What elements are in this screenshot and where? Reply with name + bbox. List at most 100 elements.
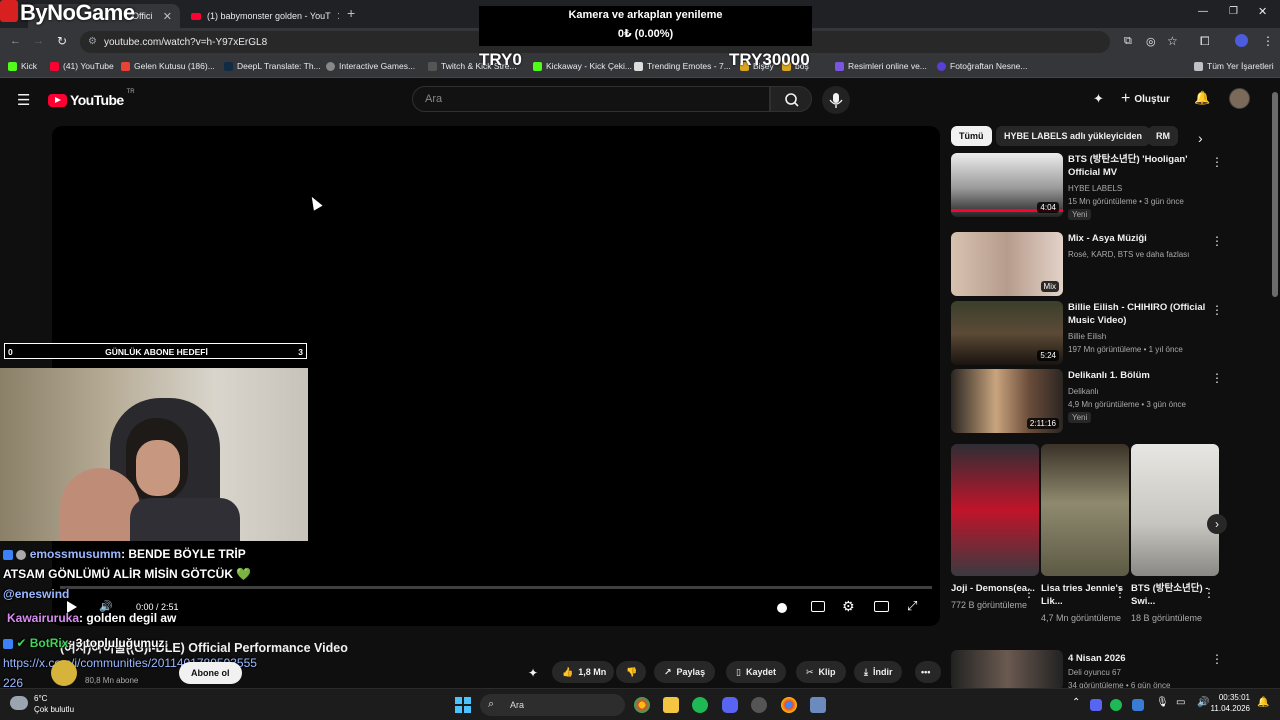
rec-item[interactable]: 4:04 BTS (방탄소년단) 'Hooligan' Official MV … <box>951 153 1271 220</box>
tray-spotify-icon[interactable] <box>1110 699 1122 711</box>
account-avatar[interactable] <box>1229 88 1250 109</box>
obs-icon[interactable] <box>751 697 767 713</box>
clock-time[interactable]: 00:35:01 <box>1214 693 1250 702</box>
rec-title[interactable]: Mix - Asya Müziği <box>1068 232 1208 245</box>
youtube-logo[interactable]: YouTube TR <box>48 89 135 108</box>
tray-discord-icon[interactable] <box>1090 699 1102 711</box>
download-button[interactable]: ⤓ İndir <box>854 661 903 683</box>
rec-thumbnail[interactable]: 4:04 <box>951 153 1063 217</box>
clip-button[interactable]: ✂ Klip <box>796 661 846 683</box>
site-info-icon[interactable]: ⚙ <box>88 36 97 47</box>
short-thumbnail[interactable] <box>951 444 1039 576</box>
menu-icon[interactable]: ⋮ <box>1262 34 1274 48</box>
chip-all[interactable]: Tümü <box>951 126 992 146</box>
search-input[interactable]: Ara <box>412 86 770 112</box>
extensions-icon[interactable]: ⧠ <box>1200 34 1210 49</box>
bookmark-youtube[interactable]: (41) YouTube <box>50 61 114 71</box>
rec-item[interactable]: 4 Nisan 2026 Deli oyuncu 67 34 görüntüle… <box>951 650 1271 690</box>
save-button[interactable]: ▯ Kaydet <box>726 661 786 683</box>
premium-icon[interactable]: ✦ <box>528 666 538 680</box>
video-progress-bar[interactable] <box>60 586 932 589</box>
more-options-icon[interactable]: ⋮ <box>1211 371 1223 385</box>
rec-thumbnail[interactable] <box>951 650 1063 690</box>
file-explorer-icon[interactable] <box>663 697 679 713</box>
bookmark-fotograftan[interactable]: Fotoğraftan Nesne... <box>937 61 1028 71</box>
short-thumbnail[interactable] <box>1041 444 1129 576</box>
notification-center-icon[interactable]: 🔔 <box>1257 697 1269 708</box>
like-button[interactable]: 👍 1,8 Mn <box>552 661 614 683</box>
restore-icon[interactable]: ❐ <box>1229 6 1238 17</box>
bookmark-star-icon[interactable]: ☆ <box>1167 34 1178 48</box>
shorts-next-icon[interactable]: › <box>1207 514 1227 534</box>
notifications-bell-icon[interactable]: 🔔 <box>1194 90 1210 106</box>
chrome-active-icon[interactable] <box>781 697 797 713</box>
chip-hybe-labels[interactable]: HYBE LABELS adlı yükleyiciden <box>996 126 1151 146</box>
create-button[interactable]: + Oluştur <box>1121 90 1170 108</box>
search-button[interactable] <box>770 86 812 112</box>
rec-item[interactable]: 2:11:16 Delikanlı 1. Bölüm Delikanlı 4,9… <box>951 369 1271 433</box>
page-scrollbar[interactable] <box>1272 92 1278 297</box>
premium-icon[interactable]: ✦ <box>1093 91 1104 107</box>
more-options-icon[interactable]: ⋮ <box>1023 586 1035 600</box>
channel-avatar[interactable] <box>51 660 77 686</box>
bookmark-interactive-games[interactable]: Interactive Games... <box>326 61 415 71</box>
rec-title[interactable]: BTS (방탄소년단) 'Hooligan' Official MV <box>1068 153 1208 179</box>
close-window-icon[interactable]: ✕ <box>1258 5 1267 18</box>
install-app-icon[interactable]: ⧉ <box>1124 35 1132 48</box>
more-options-icon[interactable]: ⋮ <box>1211 234 1223 248</box>
short-thumbnail[interactable] <box>1131 444 1219 576</box>
rec-thumbnail[interactable]: Mix <box>951 232 1063 296</box>
weather-temp[interactable]: 6°C <box>34 694 47 703</box>
more-options-icon[interactable]: ⋮ <box>1114 586 1126 600</box>
windows-start-icon[interactable] <box>455 697 471 713</box>
tray-chevron-icon[interactable]: ⌃ <box>1072 697 1080 708</box>
more-options-icon[interactable]: ⋮ <box>1203 586 1215 600</box>
rec-channel[interactable]: Delikanlı <box>1068 385 1099 398</box>
voice-search-button[interactable] <box>822 86 850 114</box>
bookmark-kick[interactable]: Kick <box>8 61 37 71</box>
taskbar-search[interactable]: ⌕ Ara <box>480 694 625 716</box>
rec-channel[interactable]: Deli oyuncu 67 <box>1068 666 1121 679</box>
more-options-icon[interactable]: ⋮ <box>1211 303 1223 317</box>
close-tab-icon[interactable]: ✕ <box>163 10 172 23</box>
back-icon[interactable]: ← <box>10 35 21 47</box>
subscribe-button[interactable]: Abone ol <box>179 662 242 684</box>
chips-next-icon[interactable]: › <box>1198 130 1203 146</box>
more-options-icon[interactable]: ⋮ <box>1211 652 1223 666</box>
microphone-icon[interactable]: 🎙 <box>1156 697 1169 708</box>
app-icon[interactable] <box>810 697 826 713</box>
subtitles-icon[interactable] <box>811 601 825 612</box>
dislike-button[interactable]: 👎 <box>616 661 646 683</box>
rec-channel[interactable]: Billie Eilish <box>1068 330 1106 343</box>
rec-thumbnail[interactable]: 2:11:16 <box>951 369 1063 433</box>
bookmark-trending-emotes[interactable]: Trending Emotes - 7... <box>634 61 731 71</box>
share-button[interactable]: ↗ Paylaş <box>654 661 716 683</box>
bookmark-resimler[interactable]: Resimleri online ve... <box>835 61 927 71</box>
weather-text[interactable]: Çok bulutlu <box>34 705 74 714</box>
more-actions-button[interactable]: ••• <box>915 661 941 683</box>
rec-thumbnail[interactable]: 5:24 <box>951 301 1063 365</box>
minimize-icon[interactable]: — <box>1198 6 1208 17</box>
chrome-icon[interactable] <box>634 697 650 713</box>
theater-mode-icon[interactable] <box>874 601 889 612</box>
rec-channel[interactable]: HYBE LABELS <box>1068 182 1122 195</box>
rec-item[interactable]: Mix Mix - Asya Müziği Rosé, KARD, BTS ve… <box>951 232 1271 296</box>
bookmark-gmail[interactable]: Gelen Kutusu (186)... <box>121 61 215 71</box>
chip-rm[interactable]: RM <box>1148 126 1178 146</box>
rec-title[interactable]: Billie Eilish - CHIHIRO (Official Music … <box>1068 301 1208 327</box>
spotify-icon[interactable] <box>692 697 708 713</box>
clock-date[interactable]: 11.04.2026 <box>1206 704 1250 713</box>
tray-app-icon[interactable] <box>1132 699 1144 711</box>
more-options-icon[interactable]: ⋮ <box>1211 155 1223 169</box>
rec-title[interactable]: Delikanlı 1. Bölüm <box>1068 369 1208 382</box>
network-icon[interactable]: ▭ <box>1176 697 1185 708</box>
hamburger-menu-icon[interactable]: ☰ <box>17 91 30 109</box>
settings-gear-icon[interactable]: ⚙ <box>842 598 855 615</box>
new-tab-button[interactable]: + <box>347 5 355 21</box>
all-bookmarks[interactable]: Tüm Yer İşaretleri <box>1194 61 1274 71</box>
bookmark-kickaway[interactable]: Kickaway - Kick Çeki... <box>533 61 632 71</box>
tab-youtube[interactable]: (1) babymonster golden - YouT ✕ <box>183 4 339 28</box>
close-tab-icon[interactable]: ✕ <box>337 10 339 23</box>
rec-item[interactable]: 5:24 Billie Eilish - CHIHIRO (Official M… <box>951 301 1271 365</box>
reload-icon[interactable]: ↻ <box>57 34 67 48</box>
